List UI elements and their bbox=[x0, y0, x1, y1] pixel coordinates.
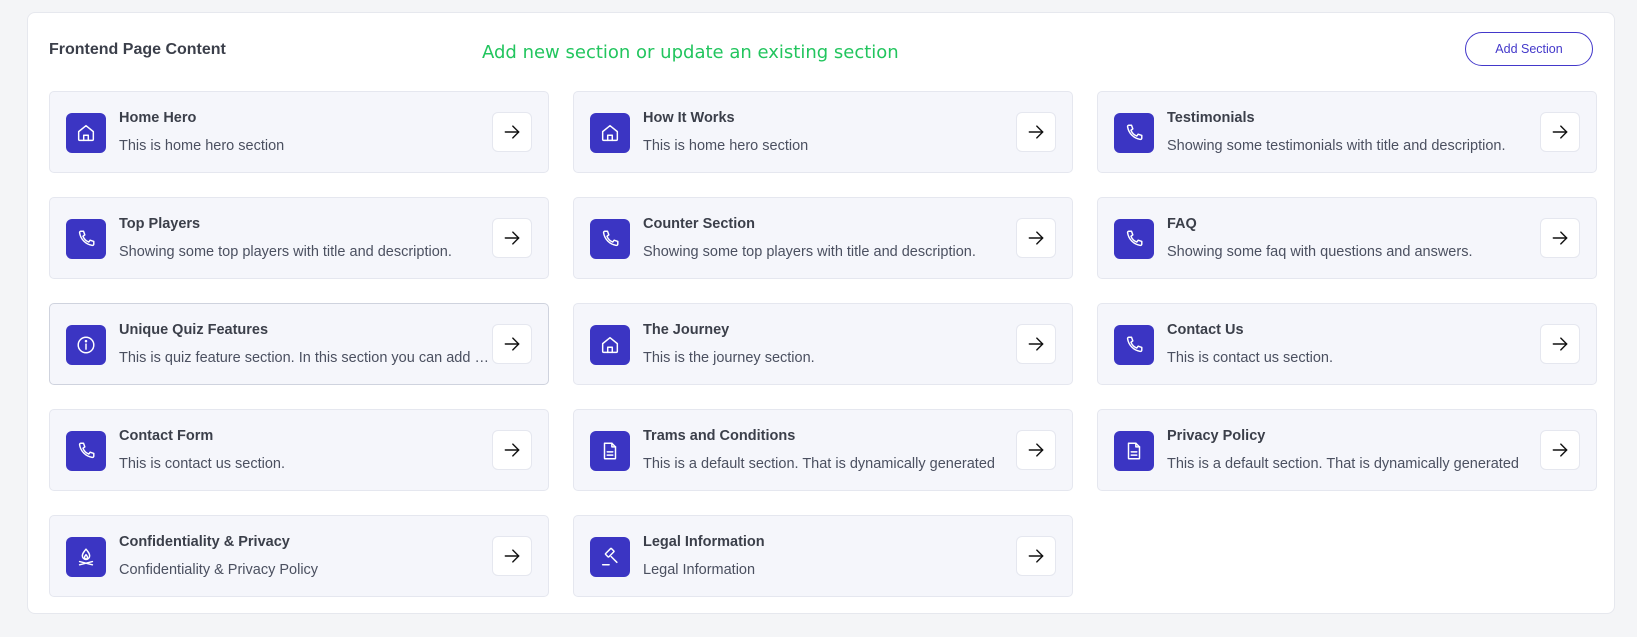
section-description: Legal Information bbox=[643, 562, 756, 578]
arrow-right-icon bbox=[1026, 334, 1046, 354]
section-card[interactable]: Trams and Conditions This is a default se… bbox=[573, 409, 1073, 491]
open-section-button[interactable] bbox=[492, 112, 532, 152]
section-title: Contact Us bbox=[1167, 322, 1244, 338]
page-title: Frontend Page Content bbox=[49, 41, 226, 58]
phone-icon bbox=[1114, 219, 1154, 259]
home-icon bbox=[590, 113, 630, 153]
section-title: Top Players bbox=[119, 216, 201, 232]
arrow-right-icon bbox=[1550, 228, 1570, 248]
phone-icon bbox=[590, 219, 630, 259]
section-description: This is quiz feature section. In this se… bbox=[119, 350, 489, 366]
section-card[interactable]: Privacy Policy This is a default section.… bbox=[1097, 409, 1597, 491]
section-description: This is a default section. That is dynam… bbox=[1167, 456, 1519, 472]
section-card[interactable]: Top Players Showing some top players with… bbox=[49, 197, 549, 279]
section-card[interactable]: Unique Quiz Features This is quiz feature… bbox=[49, 303, 549, 385]
section-card[interactable]: How It Works This is home hero section bbox=[573, 91, 1073, 173]
section-title: Unique Quiz Features bbox=[119, 322, 269, 338]
section-title: Trams and Conditions bbox=[643, 428, 796, 444]
arrow-right-icon bbox=[1550, 440, 1570, 460]
arrow-right-icon bbox=[1026, 228, 1046, 248]
open-section-button[interactable] bbox=[1016, 430, 1056, 470]
section-title: The Journey bbox=[643, 322, 730, 338]
open-section-button[interactable] bbox=[1016, 218, 1056, 258]
home-icon bbox=[590, 325, 630, 365]
gavel-icon bbox=[590, 537, 630, 577]
section-description: This is contact us section. bbox=[1167, 350, 1334, 366]
section-description: Showing some top players with title and … bbox=[643, 244, 976, 260]
section-card[interactable]: Testimonials Showing some testimonials wi… bbox=[1097, 91, 1597, 173]
open-section-button[interactable] bbox=[492, 218, 532, 258]
section-grid: Home Hero This is home hero section How It… bbox=[49, 91, 1597, 597]
arrow-right-icon bbox=[1550, 122, 1570, 142]
section-title: Home Hero bbox=[119, 110, 197, 126]
document-icon bbox=[590, 431, 630, 471]
arrow-right-icon bbox=[1026, 546, 1046, 566]
arrow-right-icon bbox=[1026, 122, 1046, 142]
open-section-button[interactable] bbox=[492, 430, 532, 470]
section-description: This is contact us section. bbox=[119, 456, 286, 472]
phone-icon bbox=[1114, 113, 1154, 153]
open-section-button[interactable] bbox=[1540, 112, 1580, 152]
open-section-button[interactable] bbox=[1540, 324, 1580, 364]
section-title: How It Works bbox=[643, 110, 735, 126]
section-title: Contact Form bbox=[119, 428, 214, 444]
arrow-right-icon bbox=[1026, 440, 1046, 460]
open-section-button[interactable] bbox=[1016, 324, 1056, 364]
arrow-right-icon bbox=[502, 122, 522, 142]
open-section-button[interactable] bbox=[1540, 218, 1580, 258]
section-description: This is home hero section bbox=[643, 138, 809, 154]
section-title: Confidentiality & Privacy bbox=[119, 534, 290, 550]
section-description: This is the journey section. bbox=[643, 350, 815, 366]
section-title: Counter Section bbox=[643, 216, 755, 232]
section-title: Testimonials bbox=[1167, 110, 1255, 126]
section-title: Privacy Policy bbox=[1167, 428, 1266, 444]
section-card[interactable]: FAQ Showing some faq with questions and a… bbox=[1097, 197, 1597, 279]
section-description: This is home hero section bbox=[119, 138, 285, 154]
home-icon bbox=[66, 113, 106, 153]
open-section-button[interactable] bbox=[1016, 112, 1056, 152]
document-icon bbox=[1114, 431, 1154, 471]
open-section-button[interactable] bbox=[492, 536, 532, 576]
arrow-right-icon bbox=[502, 334, 522, 354]
phone-icon bbox=[66, 431, 106, 471]
section-description: Confidentiality & Privacy Policy bbox=[119, 562, 319, 578]
hint-text: Add new section or update an existing se… bbox=[482, 42, 899, 63]
section-description: This is a default section. That is dynam… bbox=[643, 456, 995, 472]
phone-icon bbox=[66, 219, 106, 259]
section-card[interactable]: Confidentiality & Privacy Confidentiality… bbox=[49, 515, 549, 597]
arrow-right-icon bbox=[1550, 334, 1570, 354]
phone-icon bbox=[1114, 325, 1154, 365]
arrow-right-icon bbox=[502, 440, 522, 460]
section-card[interactable]: Contact Us This is contact us section. bbox=[1097, 303, 1597, 385]
section-title: FAQ bbox=[1167, 216, 1197, 232]
section-description: Showing some testimonials with title and… bbox=[1167, 138, 1506, 154]
arrow-right-icon bbox=[502, 546, 522, 566]
section-card[interactable]: Counter Section Showing some top players … bbox=[573, 197, 1073, 279]
open-section-button[interactable] bbox=[492, 324, 532, 364]
section-description: Showing some top players with title and … bbox=[119, 244, 452, 260]
open-section-button[interactable] bbox=[1016, 536, 1056, 576]
section-card[interactable]: Contact Form This is contact us section. bbox=[49, 409, 549, 491]
section-title: Legal Information bbox=[643, 534, 765, 550]
section-card[interactable]: The Journey This is the journey section. bbox=[573, 303, 1073, 385]
section-card[interactable]: Legal Information Legal Information bbox=[573, 515, 1073, 597]
section-card[interactable]: Home Hero This is home hero section bbox=[49, 91, 549, 173]
arrow-right-icon bbox=[502, 228, 522, 248]
section-description: Showing some faq with questions and answ… bbox=[1167, 244, 1473, 260]
campfire-icon bbox=[66, 537, 106, 577]
add-section-button[interactable]: Add Section bbox=[1465, 32, 1593, 66]
frontend-content-panel: Frontend Page Content Add new section or… bbox=[27, 12, 1615, 614]
open-section-button[interactable] bbox=[1540, 430, 1580, 470]
info-icon bbox=[66, 325, 106, 365]
